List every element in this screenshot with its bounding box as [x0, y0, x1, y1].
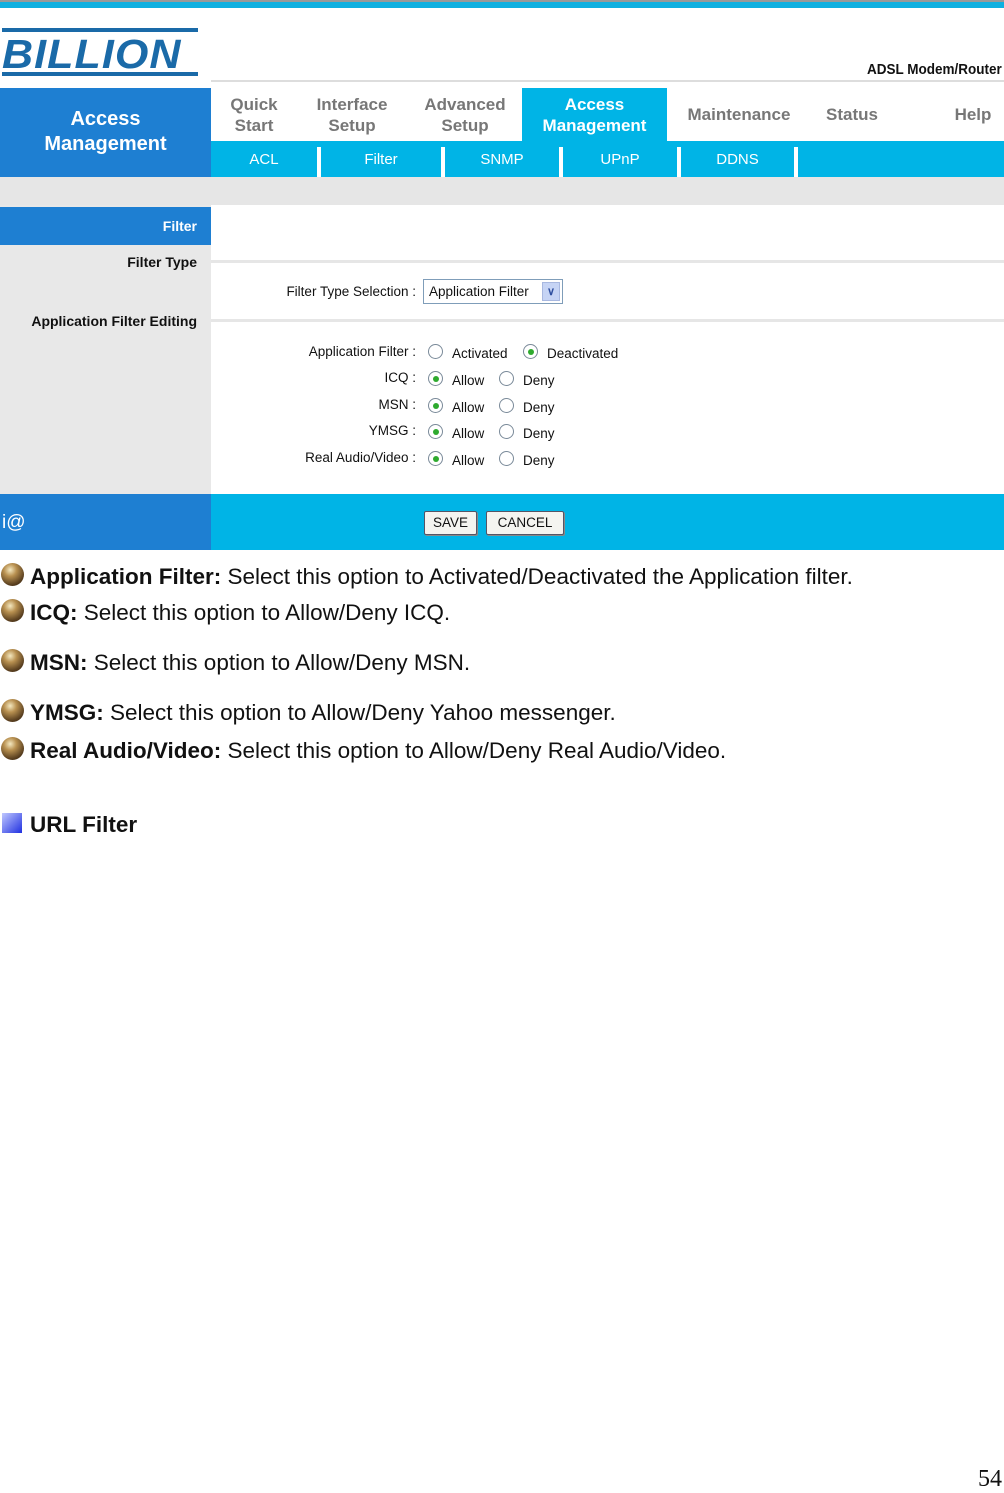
option-label: Deny: [523, 426, 555, 441]
radio-activated[interactable]: [428, 344, 443, 359]
tab-label: Access: [564, 94, 625, 114]
separator: [794, 147, 798, 177]
billion-logo: BILLION: [2, 28, 198, 77]
realaudiovideo-allow-radio[interactable]: [428, 451, 443, 466]
cancel-button[interactable]: CANCEL: [486, 511, 564, 535]
bullet-term: ICQ:: [30, 600, 78, 625]
filter-type-select[interactable]: Application Filter ∨: [423, 279, 563, 304]
tab-help[interactable]: Help: [940, 88, 1004, 141]
bullet-text: Select this option to Allow/Deny Yahoo m…: [103, 700, 616, 725]
bullet-ball-icon: [1, 649, 24, 672]
sidebar-header: Filter: [0, 207, 211, 245]
section-title-line: Access: [70, 108, 141, 130]
option-label: Allow: [452, 400, 485, 415]
bullet-paragraph: Application Filter: Select this option t…: [30, 564, 853, 590]
subtab-acl[interactable]: ACL: [211, 141, 317, 177]
bullet-paragraph: ICQ: Select this option to Allow/Deny IC…: [30, 600, 450, 626]
option-label: Allow: [452, 453, 485, 468]
logo-text: BILLION: [2, 31, 182, 77]
option-label: Deactivated: [547, 346, 619, 361]
save-button[interactable]: SAVE: [424, 511, 477, 535]
bullet-paragraph: YMSG: Select this option to Allow/Deny Y…: [30, 700, 616, 726]
realaudiovideo-deny-radio[interactable]: [499, 451, 514, 466]
bullet-text: Select this option to Allow/Deny MSN.: [87, 650, 471, 675]
bullet-term: MSN:: [30, 650, 88, 675]
bullet-term: Application Filter:: [30, 564, 222, 589]
spacer-band: [0, 177, 1004, 205]
ymsg-label: YMSG :: [368, 423, 416, 438]
bullet-term: Real Audio/Video:: [30, 738, 222, 763]
page-number: 54: [978, 1466, 1002, 1492]
msn-label: MSN :: [378, 397, 416, 412]
option-label: Deny: [523, 453, 555, 468]
subtab-snmp[interactable]: SNMP: [445, 141, 559, 177]
section-title: Access Management: [0, 88, 211, 177]
product-name: ADSL Modem/Router: [867, 61, 1002, 78]
bullet-term: YMSG:: [30, 700, 104, 725]
tab-label: Start: [234, 115, 274, 135]
option-label: Allow: [452, 373, 485, 388]
icq-deny-radio[interactable]: [499, 371, 514, 386]
option-label: Deny: [523, 400, 555, 415]
radio-deactivated[interactable]: [523, 344, 538, 359]
square-bullet-icon: [2, 813, 22, 833]
icq-allow-radio[interactable]: [428, 371, 443, 386]
ymsg-deny-radio[interactable]: [499, 424, 514, 439]
tab-label: Management: [542, 115, 647, 135]
msn-deny-radio[interactable]: [499, 398, 514, 413]
bullet-text: Select this option to Allow/Deny Real Au…: [221, 738, 727, 763]
tab-label: Setup: [441, 115, 489, 135]
subtab-ddns[interactable]: DDNS: [681, 141, 794, 177]
tab-label: Advanced: [424, 94, 506, 114]
select-value: Application Filter: [429, 284, 529, 299]
bullet-text: Select this option to Activated/Deactiva…: [221, 564, 853, 589]
ymsg-allow-radio[interactable]: [428, 424, 443, 439]
logo-bar: [2, 72, 198, 76]
tab-label: Quick: [230, 94, 278, 114]
bullet-paragraph: MSN: Select this option to Allow/Deny MS…: [30, 650, 470, 676]
realaudiovideo-label: Real Audio/Video :: [305, 450, 416, 465]
bullet-ball-icon: [1, 563, 24, 586]
bullet-ball-icon: [1, 699, 24, 722]
section-heading: URL Filter: [30, 812, 138, 837]
tab-quick-start[interactable]: Quick Start: [213, 88, 295, 141]
bullet-ball-icon: [1, 599, 24, 622]
sidebar-app-filter-editing: Application Filter Editing: [31, 313, 197, 329]
tab-advanced-setup[interactable]: Advanced Setup: [410, 88, 520, 141]
sidebar: [0, 205, 211, 494]
tab-access-management[interactable]: Access Management: [522, 88, 667, 141]
chevron-down-icon[interactable]: ∨: [542, 282, 560, 301]
bullet-paragraph: Real Audio/Video: Select this option to …: [30, 738, 726, 764]
app-filter-label: Application Filter :: [308, 344, 416, 359]
filter-type-label: Filter Type Selection :: [286, 284, 416, 299]
footer-mark: i@: [0, 494, 211, 550]
footer-bar: [211, 494, 1004, 550]
tab-interface-setup[interactable]: Interface Setup: [300, 88, 404, 141]
divider: [211, 260, 1004, 263]
top-accent-bar: [0, 0, 1004, 8]
bullet-ball-icon: [1, 737, 24, 760]
subtab-filter[interactable]: Filter: [321, 141, 441, 177]
bullet-text: Select this option to Allow/Deny ICQ.: [77, 600, 451, 625]
icq-label: ICQ :: [384, 370, 416, 385]
sidebar-filter-type: Filter Type: [127, 254, 197, 270]
tab-maintenance[interactable]: Maintenance: [672, 88, 806, 141]
tab-label: Interface: [316, 94, 388, 114]
divider: [211, 80, 1004, 82]
option-label: Activated: [452, 346, 508, 361]
tab-label: Setup: [328, 115, 376, 135]
tab-status[interactable]: Status: [812, 88, 892, 141]
section-title-line: Management: [44, 133, 167, 155]
option-label: Deny: [523, 373, 555, 388]
divider: [211, 319, 1004, 322]
option-label: Allow: [452, 426, 485, 441]
msn-allow-radio[interactable]: [428, 398, 443, 413]
subtab-upnp[interactable]: UPnP: [563, 141, 677, 177]
